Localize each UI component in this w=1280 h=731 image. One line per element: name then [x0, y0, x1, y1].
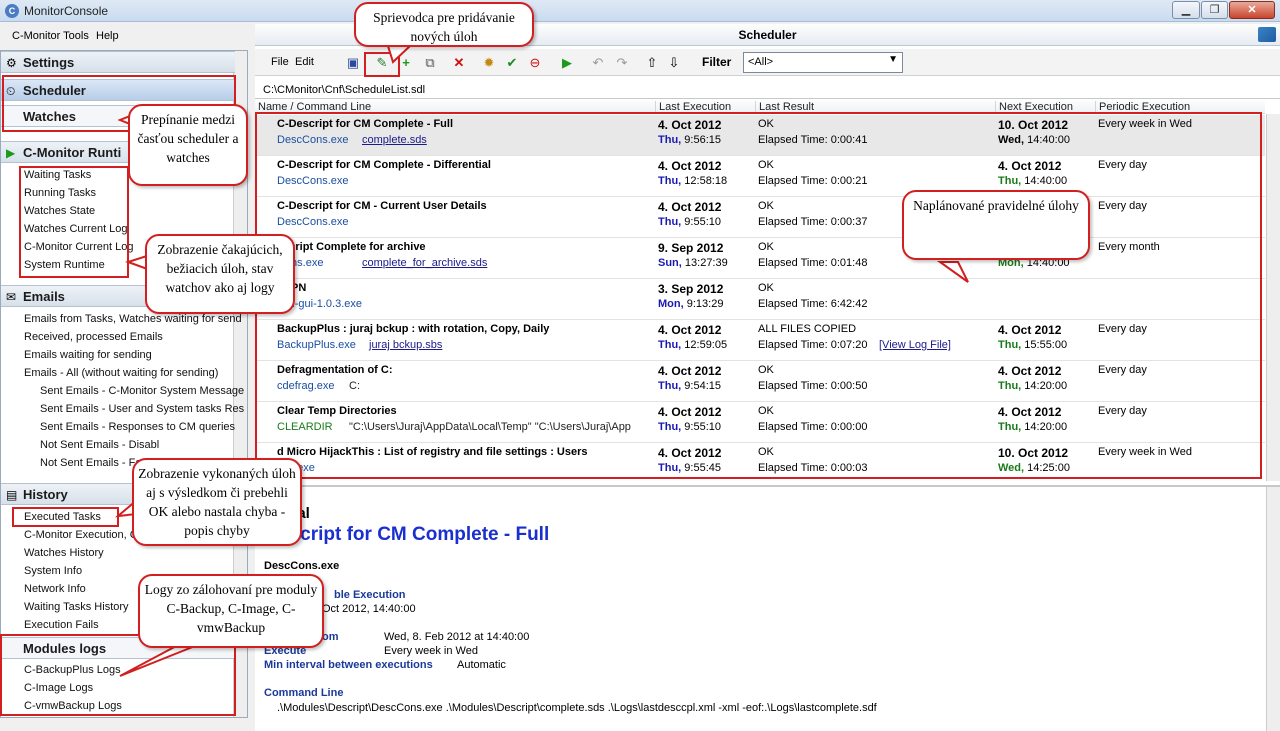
nav-notsent-failed[interactable]: Not Sent Emails - Fa: [40, 457, 141, 469]
save-icon[interactable]: ▣: [344, 54, 362, 71]
gear-icon: ⚙: [6, 56, 17, 70]
nav-notsent-disabled[interactable]: Not Sent Emails - Disabl: [40, 439, 159, 451]
callout-scheduled: Naplánované pravidelné úlohy: [902, 190, 1090, 260]
minimize-button[interactable]: ▁: [1172, 1, 1200, 19]
nav-system-info[interactable]: System Info: [24, 565, 82, 577]
section-settings-label: Settings: [23, 55, 75, 70]
detail-scrollbar[interactable]: [1266, 487, 1280, 731]
history-icon: ▤: [6, 488, 18, 502]
callout-logs: Logy zo zálohovaní pre moduly C-Backup, …: [138, 574, 324, 648]
chevron-down-icon: ▼: [888, 54, 898, 65]
delete-icon[interactable]: ✕: [452, 54, 466, 71]
detail-cmd-value: .\Modules\Descript\DescCons.exe .\Module…: [277, 702, 877, 714]
nav-watches-history[interactable]: Watches History: [24, 547, 104, 559]
callout-waiting: Zobrazenie čakajúcich, bežiacich úloh, s…: [145, 234, 295, 314]
move-down-icon[interactable]: ⇩: [667, 54, 681, 71]
menu-tools[interactable]: C-Monitor Tools: [12, 30, 89, 42]
nav-emails-all[interactable]: Emails - All (without waiting for sendin…: [24, 367, 218, 379]
nav-sent-user[interactable]: Sent Emails - User and System tasks Res: [40, 403, 244, 415]
highlight-scheduled-tasks: [255, 112, 1262, 479]
nav-waiting-history[interactable]: Waiting Tasks History: [24, 601, 129, 613]
filter-value: <All>: [748, 56, 774, 68]
section-settings[interactable]: ⚙ Settings: [1, 51, 235, 73]
detail-from-value: Wed, 8. Feb 2012 at 14:40:00: [384, 631, 530, 643]
highlight-runtime-items: [19, 166, 129, 278]
detail-cmd-label: Command Line: [264, 687, 344, 699]
move-up-icon[interactable]: ⇧: [645, 54, 659, 71]
menu-help[interactable]: Help: [96, 30, 119, 42]
nav-emails-tasks[interactable]: Emails from Tasks, Watches waiting for s…: [24, 313, 242, 325]
menu-bar: C-Monitor Tools Help: [0, 26, 253, 46]
task-detail-panel: ntial escript for CM Complete - Full Des…: [255, 485, 1280, 731]
play-icon: ▶: [6, 146, 16, 160]
detail-min-label: Min interval between executions: [264, 659, 433, 671]
filter-select[interactable]: <All> ▼: [743, 52, 903, 73]
highlight-add-wizard: [364, 52, 400, 77]
toolbar: File Edit ▣ ✎ + ⧉ ✕ ✹ ✔ ⊖ ▶ ↶ ↷ ⇧ ⇩ Filt…: [255, 49, 1280, 76]
properties-icon[interactable]: ✹: [482, 54, 496, 71]
close-button[interactable]: ✕: [1229, 1, 1275, 19]
add-icon[interactable]: +: [399, 54, 413, 71]
file-menu[interactable]: File: [271, 54, 289, 71]
nav-sent-system[interactable]: Sent Emails - C-Monitor System Message: [40, 385, 244, 397]
nav-emails-waiting[interactable]: Emails waiting for sending: [24, 349, 152, 361]
edit-menu[interactable]: Edit: [295, 54, 314, 71]
undo-icon[interactable]: ↶: [591, 54, 605, 71]
grid-scrollbar[interactable]: [1266, 114, 1280, 481]
section-emails-label: Emails: [23, 289, 65, 304]
detail-from-label: om: [322, 631, 339, 643]
highlight-executed-tasks: [12, 507, 119, 527]
nav-execution-fails[interactable]: Execution Fails: [24, 619, 99, 631]
nav-sent-responses[interactable]: Sent Emails - Responses to CM queries: [40, 421, 235, 433]
section-history-label: History: [23, 487, 68, 502]
nav-network-info[interactable]: Network Info: [24, 583, 86, 595]
enable-icon[interactable]: ✔: [505, 54, 519, 71]
nav-emails-received[interactable]: Received, processed Emails: [24, 331, 163, 343]
nav-cmonitor-execution[interactable]: C-Monitor Execution, C: [24, 529, 138, 541]
detail-min-value: Automatic: [457, 659, 506, 671]
callout-switch: Prepínanie medzi časťou scheduler a watc…: [128, 104, 248, 186]
filter-label: Filter: [702, 55, 732, 69]
app-icon: C: [5, 4, 19, 18]
window-titlebar: C MonitorConsole ▁ ❐ ✕: [0, 0, 1280, 22]
detail-exe: DescCons.exe: [264, 560, 340, 572]
detail-title: escript for CM Complete - Full: [279, 524, 550, 545]
file-path: C:\CMonitor\Cnf\ScheduleList.sdl: [263, 84, 426, 96]
detail-sched-label: ble Execution: [334, 589, 406, 601]
section-runtime-label: C-Monitor Runti: [23, 145, 122, 160]
copy-icon[interactable]: ⧉: [421, 54, 439, 71]
detail-execute-value: Every week in Wed: [384, 645, 478, 657]
redo-icon[interactable]: ↷: [615, 54, 629, 71]
app-logo-icon: [1258, 27, 1276, 42]
window-title: MonitorConsole: [24, 4, 109, 18]
detail-sched-value: Oct 2012, 14:40:00: [322, 603, 416, 615]
disable-icon[interactable]: ⊖: [528, 54, 542, 71]
run-icon[interactable]: ▶: [560, 54, 574, 71]
maximize-button[interactable]: ❐: [1201, 1, 1228, 19]
envelope-icon: ✉: [6, 290, 17, 304]
callout-wizard: Sprievodca pre pridávanie nových úloh: [354, 2, 534, 47]
callout-executed: Zobrazenie vykonaných úloh aj s výsledko…: [132, 458, 302, 546]
